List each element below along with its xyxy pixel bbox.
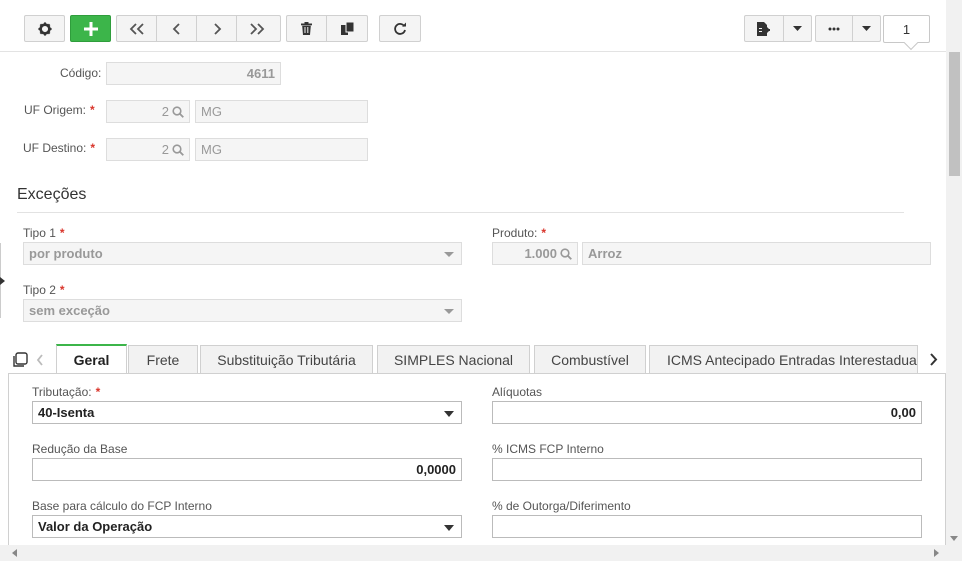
aliquotas-input[interactable]: 0,00: [492, 401, 922, 424]
next-icon: [213, 22, 221, 35]
tributacao-value: 40-Isenta: [38, 405, 95, 420]
tab-icms-antecipado[interactable]: ICMS Antecipado Entradas Interestaduais: [649, 345, 918, 374]
uf-destino-code: 2: [161, 142, 169, 157]
aliquotas-label: Alíquotas: [492, 385, 543, 399]
icms-fcp-interno-input[interactable]: [492, 458, 922, 481]
plus-icon: [83, 21, 98, 36]
scroll-right-arrow-icon[interactable]: [934, 549, 939, 557]
codigo-value: 4611: [246, 66, 275, 81]
record-actions-group: [286, 15, 368, 42]
uf-origem-code-field[interactable]: 2: [106, 100, 190, 123]
chevron-down-icon: [444, 252, 454, 257]
icms-fcp-interno-label: % ICMS FCP Interno: [492, 442, 604, 456]
duplicate-button[interactable]: [327, 16, 367, 41]
scroll-left-arrow-icon[interactable]: [12, 549, 17, 557]
chevron-down-icon: [444, 309, 454, 314]
tributacao-label: Tributação: *: [32, 385, 101, 399]
tab-geral[interactable]: Geral: [56, 344, 127, 374]
base-fcp-label: Base para cálculo do FCP Interno: [32, 499, 212, 513]
copy-icon: [340, 22, 354, 35]
search-icon[interactable]: [172, 143, 184, 156]
produto-name-field: Arroz: [582, 242, 931, 265]
reducao-base-value: 0,0000: [416, 462, 456, 477]
uf-origem-name-field: MG: [195, 100, 368, 123]
base-fcp-value: Valor da Operação: [38, 519, 153, 534]
outorga-label: % de Outorga/Diferimento: [492, 499, 631, 513]
gear-icon: [37, 21, 52, 36]
scrollbar-corner: [946, 545, 962, 561]
report-icon: [757, 21, 771, 36]
section-divider: [17, 212, 904, 213]
reducao-base-input[interactable]: 0,0000: [32, 458, 462, 481]
produto-code: 1.000: [524, 246, 557, 261]
tab-substituicao-tributaria[interactable]: Substituição Tributária: [200, 345, 373, 374]
uf-destino-code-field[interactable]: 2: [106, 138, 190, 161]
collapse-arrow-icon[interactable]: [0, 277, 5, 285]
more-dropdown-button[interactable]: [853, 16, 880, 41]
tipo2-value: sem exceção: [29, 303, 110, 318]
page-number-indicator[interactable]: 1: [883, 15, 930, 43]
vertical-scrollbar-thumb[interactable]: [949, 52, 960, 176]
chevron-down-icon: [444, 411, 454, 417]
previous-record-button[interactable]: [157, 16, 197, 41]
more-actions-button[interactable]: [816, 16, 853, 41]
reducao-base-label: Redução da Base: [32, 442, 128, 456]
previous-icon: [172, 22, 180, 35]
report-dropdown-button[interactable]: [784, 16, 811, 41]
refresh-icon: [394, 22, 406, 35]
excecoes-title: Exceções: [17, 186, 87, 203]
navigation-group: [116, 15, 281, 42]
uf-origem-label: UF Origem: *: [24, 103, 95, 117]
add-button[interactable]: [70, 15, 111, 42]
tabs-scroll-left-icon[interactable]: [36, 354, 44, 369]
trash-icon: [301, 22, 312, 35]
page-number-text: 1: [902, 21, 911, 37]
tipo1-label: Tipo 1 *: [23, 226, 65, 240]
more-icon: [828, 27, 840, 30]
tab-combustivel[interactable]: Combustível: [534, 345, 646, 374]
first-page-icon: [129, 22, 144, 35]
tipo1-value: por produto: [29, 246, 103, 261]
tab-simples-nacional[interactable]: SIMPLES Nacional: [377, 345, 530, 374]
search-icon[interactable]: [172, 105, 184, 118]
tabs-scroll-right-icon[interactable]: [929, 353, 938, 369]
report-button[interactable]: [745, 16, 784, 41]
report-group: [744, 15, 812, 42]
last-record-button[interactable]: [237, 16, 277, 41]
tipo1-select[interactable]: por produto: [23, 242, 462, 265]
aliquotas-value: 0,00: [890, 405, 916, 420]
settings-button[interactable]: [24, 15, 65, 42]
caret-down-icon: [861, 26, 871, 31]
produto-label: Produto: *: [492, 226, 547, 240]
restore-window-icon[interactable]: [12, 352, 28, 371]
more-group: [815, 15, 881, 42]
delete-button[interactable]: [287, 16, 327, 41]
uf-origem-code: 2: [161, 104, 169, 119]
search-icon[interactable]: [560, 247, 572, 260]
tipo2-select[interactable]: sem exceção: [23, 299, 462, 322]
last-page-icon: [250, 22, 265, 35]
tab-frete[interactable]: Frete: [128, 345, 198, 374]
base-fcp-select[interactable]: Valor da Operação: [32, 515, 462, 538]
first-record-button[interactable]: [117, 16, 157, 41]
codigo-field[interactable]: 4611: [106, 62, 281, 85]
chevron-down-icon: [444, 525, 454, 531]
caret-down-icon: [792, 26, 802, 31]
horizontal-scrollbar[interactable]: [0, 545, 946, 561]
produto-code-field[interactable]: 1.000: [492, 242, 578, 265]
refresh-button[interactable]: [379, 15, 421, 42]
outorga-input[interactable]: [492, 515, 922, 538]
tipo2-label: Tipo 2 *: [23, 283, 65, 297]
uf-destino-label: UF Destino: *: [23, 141, 96, 155]
toolbar: 1: [0, 0, 946, 52]
codigo-label: Código:: [60, 66, 102, 80]
scroll-down-arrow-icon[interactable]: [950, 536, 958, 541]
uf-destino-name-field: MG: [195, 138, 368, 161]
tributacao-select[interactable]: 40-Isenta: [32, 401, 462, 424]
next-record-button[interactable]: [197, 16, 237, 41]
